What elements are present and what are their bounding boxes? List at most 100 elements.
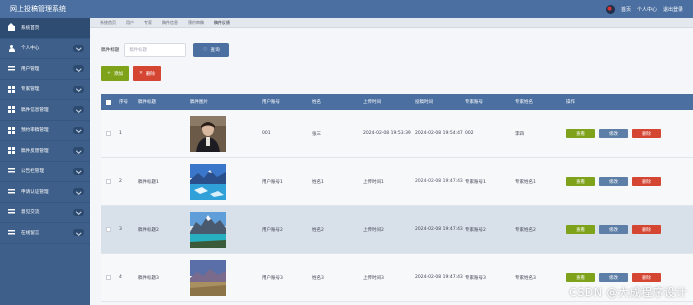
sidebar-item-profile[interactable]: 个人中心 — [0, 39, 90, 59]
menu-icon — [8, 209, 15, 216]
expert-name: 专家姓名3 — [515, 275, 536, 281]
view-button[interactable]: 查看 — [566, 273, 595, 282]
sidebar-item-review-booking[interactable]: 预约审稿管理 — [0, 121, 90, 141]
chevron-down-icon[interactable] — [73, 147, 84, 155]
sidebar-item-discussion[interactable]: 意见交流 — [0, 203, 90, 223]
chevron-down-icon[interactable] — [73, 126, 84, 134]
user-account: 用户账号1 — [262, 179, 283, 185]
grid-icon — [8, 106, 15, 114]
search-bar: 稿件标题 稿件标题 ♡ 查询 — [101, 43, 230, 57]
select-all-checkbox[interactable] — [106, 99, 111, 105]
user-account: 用户账号2 — [262, 227, 283, 233]
chevron-down-icon[interactable] — [73, 167, 84, 175]
delete-button[interactable]: ✕ 删除 — [133, 66, 161, 81]
tab-review-booking[interactable]: 预约审稿 — [188, 20, 204, 26]
sidebar-item-users[interactable]: 用户管理 — [0, 59, 90, 80]
data-table: 序号 稿件标题 稿件图片 用户账号 姓名 上传时间 投稿时间 专家账号 专家姓名… — [101, 94, 693, 302]
sidebar-item-label: 稿件反馈管理 — [21, 148, 49, 154]
expert-name: 李四 — [515, 131, 524, 137]
add-button-label: 添加 — [113, 71, 124, 77]
header-link-home[interactable]: 首页 — [621, 6, 631, 13]
search-button[interactable]: ♡ 查询 — [193, 43, 230, 57]
table-header: 序号 稿件标题 稿件图片 用户账号 姓名 上传时间 投稿时间 专家账号 专家姓名… — [101, 94, 693, 110]
sidebar-item-label: 用户管理 — [21, 66, 40, 72]
avatar[interactable] — [605, 4, 615, 14]
view-button[interactable]: 查看 — [566, 177, 595, 186]
user-name: 姓名1 — [312, 179, 324, 185]
search-input[interactable]: 稿件标题 — [124, 43, 187, 57]
row-checkbox[interactable] — [106, 227, 111, 232]
edit-button[interactable]: 修改 — [599, 273, 628, 282]
main-content: 稿件标题 稿件标题 ♡ 查询 + 添加 ✕ 删除 序号 稿件标题 稿件图片 用户… — [90, 28, 693, 305]
row-checkbox[interactable] — [106, 275, 111, 280]
row-delete-button[interactable]: 删除 — [632, 177, 661, 186]
column-header: 用户账号 — [262, 100, 280, 105]
row-delete-button[interactable]: 删除 — [632, 273, 661, 282]
sidebar-item-experts[interactable]: 专家管理 — [0, 80, 90, 100]
edit-button[interactable]: 修改 — [599, 129, 628, 138]
sidebar-item-label: 个人中心 — [21, 46, 40, 52]
user-account: 001 — [262, 131, 271, 136]
view-button[interactable]: 查看 — [566, 225, 595, 234]
column-header: 专家姓名 — [515, 100, 533, 105]
user-name: 张三 — [312, 131, 321, 137]
user-name: 姓名2 — [312, 227, 324, 233]
sidebar-item-label: 稿件信息管理 — [21, 107, 49, 113]
chevron-down-icon[interactable] — [73, 65, 84, 73]
action-bar: + 添加 ✕ 删除 — [101, 66, 161, 81]
view-button[interactable]: 查看 — [566, 129, 595, 138]
column-header: 姓名 — [312, 100, 321, 105]
manuscript-image — [190, 259, 226, 296]
chevron-down-icon[interactable] — [73, 106, 84, 114]
column-header: 专家账号 — [465, 100, 483, 105]
submit-time: 2024-02-08 19:54:47 — [415, 131, 463, 136]
column-header: 上传时间 — [363, 100, 381, 105]
edit-button[interactable]: 修改 — [599, 225, 628, 234]
expert-account: 专家账号1 — [465, 179, 486, 185]
app-title: 网上投稿管理系统 — [10, 5, 66, 13]
submit-time: 2024-02-08 19:47:43 — [415, 179, 463, 184]
sidebar-item-messages[interactable]: 在线留言 — [0, 223, 90, 244]
sidebar: 系统首页 个人中心 用户管理 专家管理 稿件信息管理 预约审稿管理 稿件反馈管理… — [0, 18, 90, 305]
chevron-down-icon[interactable] — [73, 85, 84, 93]
sidebar-item-announcements[interactable]: 公告栏管理 — [0, 162, 90, 182]
tab-manuscripts[interactable]: 稿件信息 — [162, 20, 178, 26]
sidebar-item-feedback[interactable]: 稿件反馈管理 — [0, 141, 90, 162]
manuscript-image — [190, 163, 226, 200]
close-icon: ✕ — [138, 71, 143, 76]
tab-users[interactable]: 用户 — [126, 20, 134, 26]
column-header: 序号 — [119, 100, 128, 105]
header-link-logout[interactable]: 退出登录 — [663, 6, 683, 13]
submit-time: 2024-02-08 19:47:43 — [415, 275, 463, 280]
upload-time: 上传时间2 — [363, 227, 384, 233]
chevron-down-icon[interactable] — [73, 208, 84, 216]
upload-time: 上传时间1 — [363, 179, 384, 185]
chevron-down-icon[interactable] — [73, 229, 84, 237]
sidebar-item-manuscripts[interactable]: 稿件信息管理 — [0, 100, 90, 121]
expert-name: 专家姓名1 — [515, 179, 536, 185]
chevron-down-icon[interactable] — [73, 188, 84, 196]
top-header: 网上投稿管理系统 首页 个人中心 退出登录 — [0, 0, 693, 18]
sidebar-item-certification[interactable]: 申请认证管理 — [0, 182, 90, 203]
chevron-down-icon[interactable] — [73, 44, 84, 52]
row-delete-button[interactable]: 删除 — [632, 129, 661, 138]
row-delete-button[interactable]: 删除 — [632, 225, 661, 234]
row-checkbox[interactable] — [106, 131, 111, 136]
row-number: 3 — [119, 227, 122, 232]
expert-account: 002 — [465, 131, 474, 136]
add-button[interactable]: + 添加 — [101, 66, 129, 81]
table-row: 2 稿件标题1 用户账号1 姓名1 上传时间1 2024-02-08 19:47… — [101, 158, 693, 206]
grid-icon — [8, 147, 15, 155]
sidebar-item-home[interactable]: 系统首页 — [0, 18, 90, 39]
menu-icon — [8, 229, 15, 236]
menu-icon — [8, 168, 15, 175]
manuscript-image — [190, 211, 226, 248]
tab-experts[interactable]: 专家 — [144, 20, 152, 26]
edit-button[interactable]: 修改 — [599, 177, 628, 186]
tab-feedback[interactable]: 稿件反馈 — [214, 20, 230, 26]
row-checkbox[interactable] — [106, 179, 111, 184]
header-link-profile[interactable]: 个人中心 — [637, 6, 657, 13]
tab-home[interactable]: 系统首页 — [100, 20, 116, 26]
plus-icon: + — [106, 71, 111, 76]
manuscript-title: 稿件标题3 — [138, 275, 159, 281]
